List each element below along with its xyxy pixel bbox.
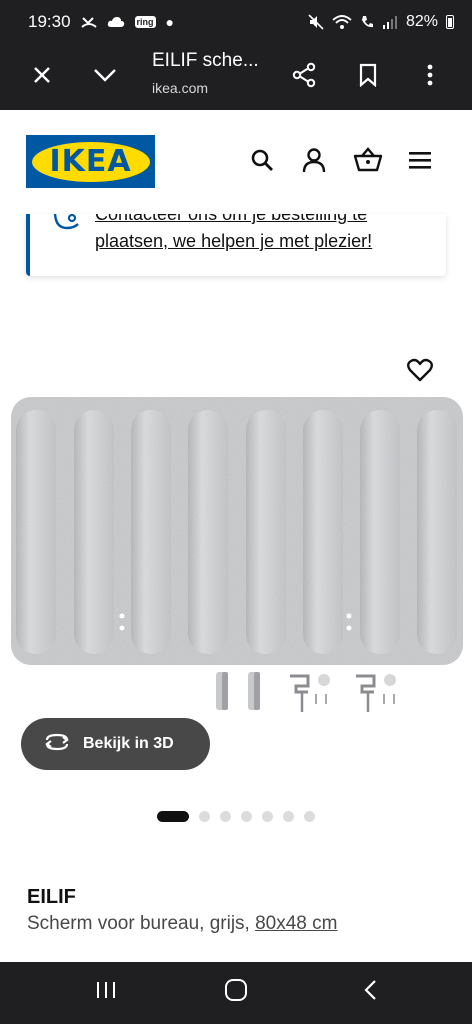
contact-link-line1[interactable]: Contacteer ons om je bestelling te	[95, 214, 367, 225]
status-time: 19:30	[28, 12, 71, 31]
cart-button[interactable]	[352, 146, 384, 178]
volte-icon	[360, 14, 374, 30]
contact-link-line2[interactable]: plaatsen, we helpen je met plezier!	[95, 231, 372, 252]
back-chevron-icon	[363, 979, 377, 1006]
cloud-icon	[107, 16, 125, 28]
view-3d-button[interactable]: Bekijk in 3D	[21, 718, 210, 770]
battery-icon	[446, 15, 454, 29]
battery-percent: 82%	[405, 13, 438, 30]
shopping-basket-icon	[353, 146, 383, 178]
ring-app-icon: ring	[134, 16, 156, 28]
carousel-dot[interactable]	[283, 811, 294, 822]
back-button[interactable]	[350, 974, 390, 1010]
notification-dot-icon: ●	[165, 14, 175, 30]
carousel-dot-active[interactable]	[157, 811, 189, 822]
view-3d-label: Bekijk in 3D	[83, 735, 174, 752]
product-description: Scherm voor bureau, grijs, 80x48 cm	[27, 913, 337, 935]
share-icon	[291, 62, 317, 93]
home-button[interactable]	[216, 974, 256, 1010]
menu-button[interactable]	[404, 146, 436, 178]
contact-banner: Contacteer ons om je bestelling te plaat…	[26, 214, 446, 276]
search-button[interactable]	[246, 146, 278, 178]
image-carousel-indicator	[157, 811, 315, 822]
carousel-dot[interactable]	[241, 811, 252, 822]
more-menu-button[interactable]	[410, 57, 450, 97]
system-nav-bar	[0, 962, 472, 1024]
home-icon	[224, 978, 248, 1007]
share-button[interactable]	[284, 57, 324, 97]
user-icon	[302, 147, 326, 178]
site-header: IKEA	[0, 110, 472, 214]
status-bar: 19:30 ring ● 82%	[0, 0, 472, 44]
browser-toolbar: EILIF sche... ikea.com	[0, 44, 472, 110]
favourite-button[interactable]	[404, 356, 436, 388]
ikea-logo[interactable]: IKEA	[26, 135, 155, 188]
chat-icon	[52, 214, 82, 239]
bookmark-icon	[358, 63, 378, 92]
page-title: EILIF sche...	[152, 50, 259, 71]
clamp-accessories-image	[212, 668, 412, 716]
account-button[interactable]	[298, 146, 330, 178]
wifi-call-icon	[332, 14, 352, 30]
carousel-dot[interactable]	[220, 811, 231, 822]
close-tab-button[interactable]	[22, 57, 62, 97]
bookmark-button[interactable]	[348, 57, 388, 97]
recent-apps-icon	[95, 980, 117, 1005]
missed-call-icon	[80, 15, 97, 29]
product-size-link[interactable]: 80x48 cm	[255, 913, 337, 934]
search-icon	[250, 148, 274, 177]
carousel-dot[interactable]	[262, 811, 273, 822]
minimize-button[interactable]	[85, 57, 125, 97]
carousel-dot[interactable]	[304, 811, 315, 822]
product-type: Scherm voor bureau, grijs,	[27, 913, 256, 934]
more-vertical-icon	[427, 64, 433, 91]
hamburger-icon	[408, 150, 432, 175]
product-name: EILIF	[27, 886, 76, 908]
page-url: ikea.com	[152, 80, 209, 96]
mute-icon	[308, 14, 324, 30]
rotate-3d-icon	[43, 732, 71, 757]
product-image[interactable]	[10, 396, 464, 666]
close-icon	[32, 65, 52, 90]
recent-apps-button[interactable]	[86, 974, 126, 1010]
logo-text: IKEA	[49, 144, 132, 179]
carousel-dot[interactable]	[199, 811, 210, 822]
chevron-down-icon	[93, 67, 117, 88]
heart-icon	[407, 358, 433, 387]
signal-icon	[382, 15, 398, 29]
